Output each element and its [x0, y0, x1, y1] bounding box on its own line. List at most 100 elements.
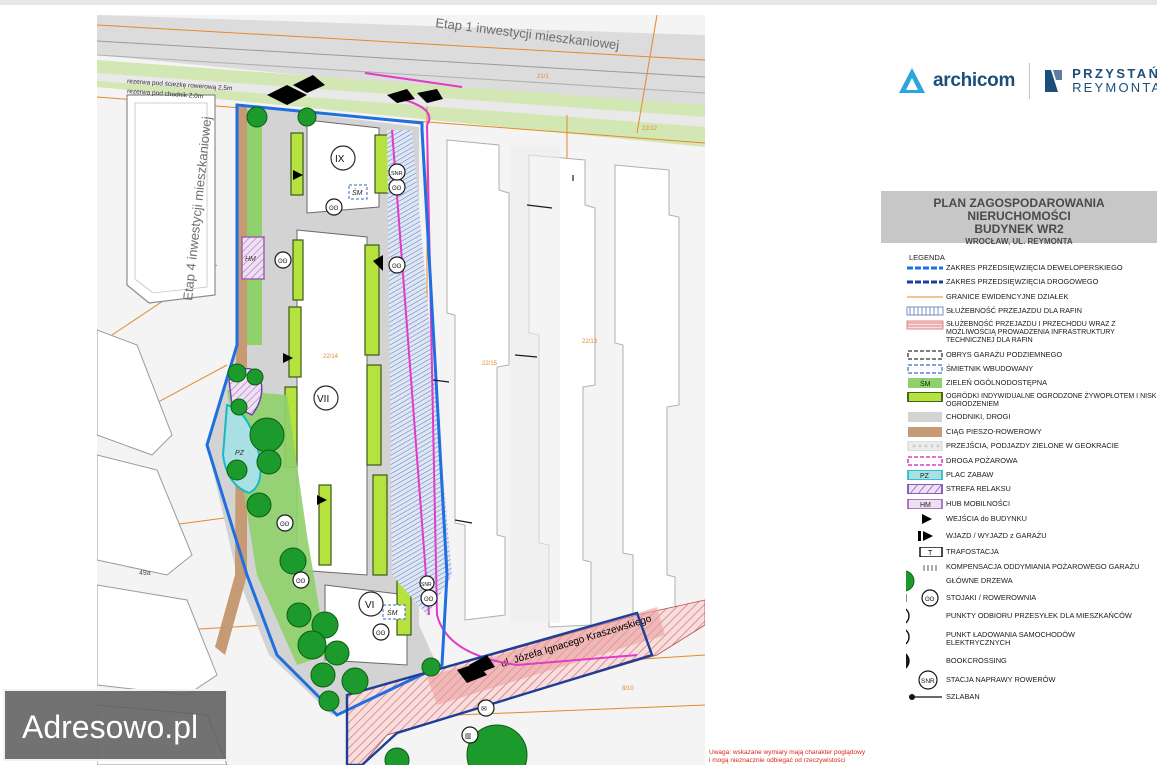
parcel-8-10: 8/10 [622, 686, 634, 692]
legend-label: BOOKCROSSING [946, 656, 1007, 665]
legend-hm-text: HM [920, 502, 931, 509]
legend-label: TRAFOSTACJA [946, 547, 999, 556]
legend-label: ŚMIETNIK WBUDOWANY [946, 364, 1034, 373]
garage-entry-icon [918, 531, 933, 541]
legend-label: STOJAKI / ROWEROWNIA [946, 593, 1037, 602]
sidewalk-swatch-icon [908, 412, 942, 422]
top-strip [0, 0, 1157, 5]
legend-label: PUNKTY ODBIORU PRZESYŁEK DLA MIESZKAŃCÓW [946, 611, 1132, 620]
parcel-49a: 49a [139, 570, 151, 577]
legend-sm-text: ŚM [920, 379, 931, 388]
building-vii-label: VII [317, 394, 329, 405]
disclaimer-line1: Uwaga: wskazane wymiary mają charakter p… [709, 749, 866, 756]
disclaimer-note: Uwaga: wskazane wymiary mają charakter p… [709, 749, 865, 765]
playground-swatch-icon: PZ [907, 470, 943, 480]
legend-label: STREFA RELAKSU [946, 484, 1011, 493]
relax-zone-swatch-icon [907, 484, 943, 494]
legend-pz-text: PZ [920, 473, 930, 480]
legend-t-text: T [928, 550, 933, 557]
snr-label-south: SNR [421, 582, 432, 588]
pz-label: PZ [235, 450, 245, 457]
plan-title-box: PLAN ZAGOSPODAROWANIA NIERUCHOMOŚCI BUDY… [881, 191, 1157, 246]
disclaimer-line2: i mogą nieznacznie odbiegać od rzeczywis… [709, 757, 846, 764]
servitude-passage-swatch-icon [906, 320, 944, 330]
svg-text:ʘʘ: ʘʘ [296, 579, 306, 585]
geocell-swatch-icon [907, 441, 943, 451]
przystan-wordmark: PRZYSTAŃ REYMONTA [1072, 67, 1157, 95]
legend-label: ZAKRES PRZEDSIĘWZIĘCIA DROGOWEGO [946, 277, 1099, 286]
legend-label: STACJA NAPRAWY ROWERÓW [946, 675, 1056, 684]
plan-title-line3: WROCŁAW, UL. REYMONTA [965, 237, 1073, 246]
road-boundary-swatch-icon [907, 280, 943, 284]
legend-label: HUB MOBILNOŚCI [946, 499, 1011, 508]
dev-boundary-swatch-icon [907, 266, 943, 270]
snr-label-north: SNR [391, 171, 403, 177]
garage-outline-swatch-icon [907, 350, 943, 360]
brand-separator [1029, 63, 1031, 99]
building-vi-label: VI [365, 600, 374, 611]
watermark-text: Adresowo.pl [22, 709, 199, 745]
legend-label: KOMPENSACJA ODDYMIANIA POŻAROWEGO GARAŻU [946, 562, 1140, 571]
ev-charging-icon: ⏻ [906, 629, 910, 645]
legend-label: SZLABAN [946, 692, 980, 701]
hm-label: HM [245, 256, 256, 263]
bike-rack-icon: ʘʘ [906, 589, 939, 607]
legend-snr-text: SNR [921, 678, 935, 685]
parcel-border-swatch-icon [907, 296, 943, 298]
parcel-21-1: 21/1 [537, 74, 549, 80]
legend-heading: LEGENDA [909, 253, 945, 262]
archicom-logo-icon [899, 68, 925, 93]
svg-text:ʘʘ: ʘʘ [280, 522, 290, 528]
barrier-gate-icon [909, 694, 942, 700]
svg-text:ʘʘ: ʘʘ [392, 186, 402, 192]
fire-road-swatch-icon [907, 456, 943, 466]
legend-label: DROGA POŻAROWA [946, 456, 1018, 465]
rafin-servitude-swatch-icon [906, 306, 944, 316]
archicom-wordmark: archicom [933, 70, 1016, 91]
trash-shed-swatch-icon [907, 364, 943, 374]
bike-path-swatch-icon [908, 427, 942, 437]
przystan-text: PRZYSTAŃ [1072, 66, 1157, 81]
legend-label: WJAZD / WYJAZD z GARAŻU [946, 531, 1047, 540]
brand-header: archicom PRZYSTAŃ REYMONTA [897, 62, 1157, 100]
plan-title-line2: BUDYNEK WR2 [974, 222, 1064, 236]
reymonta-text: REYMONTA [1072, 80, 1157, 95]
legend-label: CIĄG PIESZO-ROWEROWY [946, 427, 1042, 436]
legend-label: PLAC ZABAW [946, 470, 994, 479]
parcel-locker-icon: ✉ [906, 608, 910, 624]
svg-text:ʘʘ: ʘʘ [925, 597, 935, 603]
parcel-22-15: 22/15 [482, 361, 498, 367]
building-ix-label: IX [335, 154, 345, 165]
parcel-22-13: 22/13 [582, 339, 598, 345]
legend-label: SŁUŻEBNOŚĆ PRZEJAZDU DLA RAFIN [946, 306, 1082, 315]
legend-label: GRANICE EWIDENCYJNE DZIAŁEK [946, 292, 1069, 301]
private-garden-swatch-icon [907, 392, 943, 402]
legend-label: WEJŚCIA do BUDYNKU [946, 514, 1027, 523]
svg-text:ʘʘ: ʘʘ [376, 631, 386, 637]
bike-repair-icon: SNR [918, 670, 938, 690]
legend-label: CHODNIKI, DROGI [946, 412, 1011, 421]
transformer-station-icon: T [919, 547, 943, 557]
svg-text:▥: ▥ [465, 733, 472, 740]
legend-label: PUNKT ŁADOWANIA SAMOCHODÓW ELEKTRYCZNYCH [946, 630, 1075, 647]
public-green-swatch-icon: ŚM [908, 378, 942, 388]
svg-text:ʘʘ: ʘʘ [278, 259, 288, 265]
adresowo-watermark: Adresowo.pl [3, 689, 228, 761]
przystan-logo-icon [1045, 70, 1063, 92]
entrance-arrow-icon [922, 514, 932, 524]
legend-label: GŁÓWNE DRZEWA [946, 576, 1013, 585]
parcel-22-14: 22/14 [323, 354, 339, 360]
legend-label: PRZEJŚCIA, PODJAZDY ZIELONE W GEOKRACIE [946, 441, 1119, 450]
legend-label: SŁUŻEBNOŚĆ PRZEJAZDU I PRZECHODU WRAZ Z … [946, 321, 1116, 344]
sm-label-south: ŚM [387, 608, 398, 617]
legend-label: OBRYS GARAŻU PODZIEMNEGO [946, 350, 1063, 359]
legend-label: OGRÓDKI INDYWIDUALNE OGRODZONE ŻYWOPŁOTE… [946, 393, 1157, 408]
mobility-hub-swatch-icon: HM [907, 499, 943, 509]
legend-label: ZAKRES PRZEDSIĘWZIĘCIA DEWELOPERSKIEGO [946, 263, 1123, 272]
svg-text:✉: ✉ [481, 706, 487, 713]
sm-label-north: ŚM [352, 188, 363, 197]
bookcrossing-icon: ▥ [906, 653, 910, 669]
legend-label: ZIELEŃ OGÓLNODOSTĘPNA [946, 378, 1048, 387]
svg-text:ʘʘ: ʘʘ [392, 264, 402, 270]
parcel-22-12: 22/12 [642, 126, 658, 132]
